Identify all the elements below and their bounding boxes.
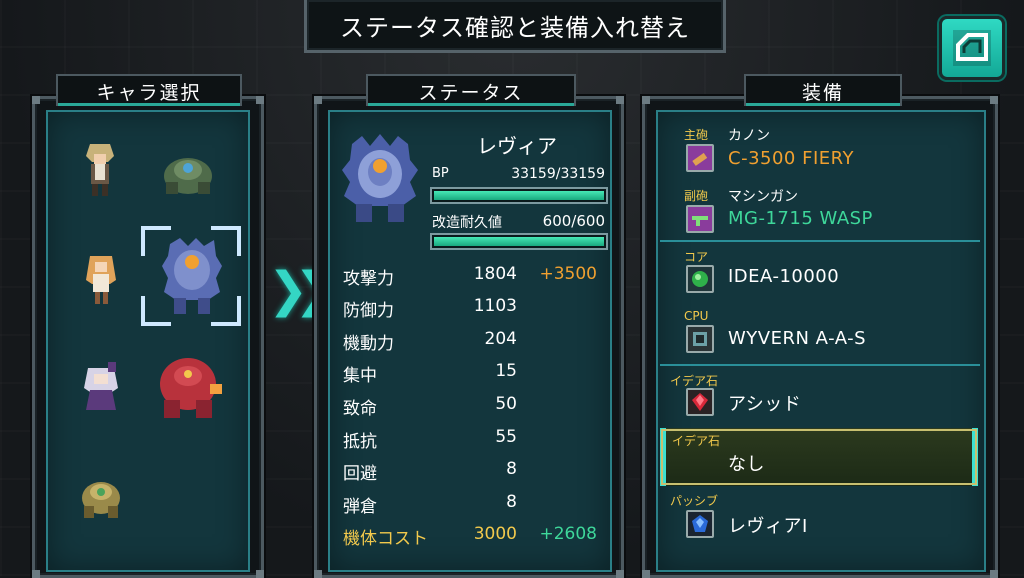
cpu-tag: CPU	[684, 309, 709, 323]
machine-gun-icon	[686, 205, 714, 233]
idea-stone-1-tag: イデア石	[670, 374, 719, 388]
back-button[interactable]	[939, 16, 1005, 80]
divider	[660, 240, 980, 242]
main-gun-tag: 主砲	[684, 128, 709, 142]
equip-slot-sub-gun[interactable]: 副砲 マシンガン MG-1715 WASP	[660, 178, 978, 238]
double-chevron-right-icon: ❯❯	[268, 262, 335, 318]
character-sprite-6[interactable]	[154, 350, 224, 424]
stat-row-focus: 集中 15	[343, 361, 603, 389]
tab-status: ステータス	[366, 74, 576, 106]
character-sprite-2[interactable]	[160, 150, 216, 200]
main-gun-type: カノン	[728, 128, 770, 144]
stat-value: 8	[506, 492, 517, 512]
tab-character-select-label: キャラ選択	[96, 81, 202, 104]
sub-gun-tag: 副砲	[684, 189, 709, 203]
tab-equipment-label: 装備	[801, 81, 844, 104]
stat-label: 機動力	[343, 334, 394, 354]
equip-slot-idea-stone-1[interactable]: イデア石 アシッド	[660, 366, 978, 424]
stat-value: 204	[484, 329, 517, 349]
equip-slot-passive[interactable]: パッシブ レヴィアI	[660, 488, 978, 546]
cpu-icon	[686, 325, 714, 353]
core-icon	[686, 265, 714, 293]
unit-name: レヴィア	[477, 134, 557, 158]
character-grid	[46, 110, 250, 572]
equip-slot-cpu[interactable]: CPU WYVERN A-A-S	[660, 304, 978, 362]
stat-bonus: +3500	[539, 264, 597, 284]
stat-value: 15	[495, 361, 517, 381]
character-sprite-1[interactable]	[82, 140, 118, 200]
equip-slot-main-gun[interactable]: 主砲 カノン C-3500 FIERY	[660, 118, 978, 178]
stat-row-cost: 機体コスト 3000 +2608	[343, 524, 603, 552]
core-tag: コア	[684, 250, 709, 264]
stat-row-resist: 抵抗 55	[343, 427, 603, 455]
stat-label: 回避	[343, 464, 377, 484]
idea-stone-2-name: なし	[728, 454, 765, 475]
equip-slot-idea-stone-2[interactable]: イデア石 なし	[660, 428, 978, 486]
tab-status-label: ステータス	[418, 81, 524, 104]
stat-row-evasion: 回避 8	[343, 459, 603, 487]
red-gem-icon	[686, 388, 714, 416]
bp-value: 33159/33159	[511, 166, 605, 182]
stat-value: 1103	[473, 296, 517, 316]
durability-value: 600/600	[542, 212, 605, 230]
blue-gem-icon	[686, 510, 714, 538]
page-title-text: ステータス確認と装備入れ替え	[340, 13, 690, 42]
durability-label: 改造耐久値	[432, 215, 502, 231]
character-sprite-7[interactable]	[78, 474, 124, 522]
stat-label: 防御力	[343, 301, 394, 321]
back-arrow-icon	[953, 30, 991, 66]
cannon-icon	[686, 144, 714, 172]
stat-row-defense: 防御力 1103	[343, 296, 603, 324]
stat-row-attack: 攻撃力 1804 +3500	[343, 264, 603, 292]
selection-cursor	[141, 226, 241, 326]
character-sprite-5[interactable]	[82, 360, 120, 414]
tab-equipment: 装備	[744, 74, 902, 106]
stat-row-magazine: 弾倉 8	[343, 492, 603, 520]
stat-value: 3000	[473, 524, 517, 544]
cpu-name: WYVERN A-A-S	[728, 328, 867, 349]
main-gun-name: C-3500 FIERY	[728, 148, 854, 169]
passive-name: レヴィアI	[728, 516, 808, 537]
stat-label: 機体コスト	[343, 529, 428, 549]
unit-portrait	[342, 134, 418, 222]
passive-tag: パッシブ	[670, 494, 719, 508]
stat-value: 8	[506, 459, 517, 479]
stat-label: 弾倉	[343, 497, 377, 517]
stat-bonus: +2608	[539, 524, 597, 544]
core-name: IDEA-10000	[728, 266, 840, 287]
bp-bar	[430, 187, 608, 204]
stat-row-mobility: 機動力 204	[343, 329, 603, 357]
stat-value: 55	[495, 427, 517, 447]
bp-label: BP	[432, 166, 449, 181]
page-title: ステータス確認と装備入れ替え	[304, 0, 726, 53]
stat-row-critical: 致命 50	[343, 394, 603, 422]
stat-value: 50	[495, 394, 517, 414]
idea-stone-2-tag: イデア石	[672, 434, 721, 448]
idea-stone-1-name: アシッド	[728, 394, 802, 415]
sub-gun-name: MG-1715 WASP	[728, 208, 873, 229]
stat-label: 致命	[343, 399, 377, 419]
tab-character-select: キャラ選択	[56, 74, 242, 106]
stat-label: 攻撃力	[343, 269, 394, 289]
stat-label: 抵抗	[343, 432, 377, 452]
equip-slot-core[interactable]: コア IDEA-10000	[660, 244, 978, 302]
durability-bar	[430, 233, 608, 250]
stat-value: 1804	[473, 264, 517, 284]
sub-gun-type: マシンガン	[728, 189, 798, 205]
character-sprite-3[interactable]	[84, 250, 118, 306]
stat-label: 集中	[343, 366, 377, 386]
